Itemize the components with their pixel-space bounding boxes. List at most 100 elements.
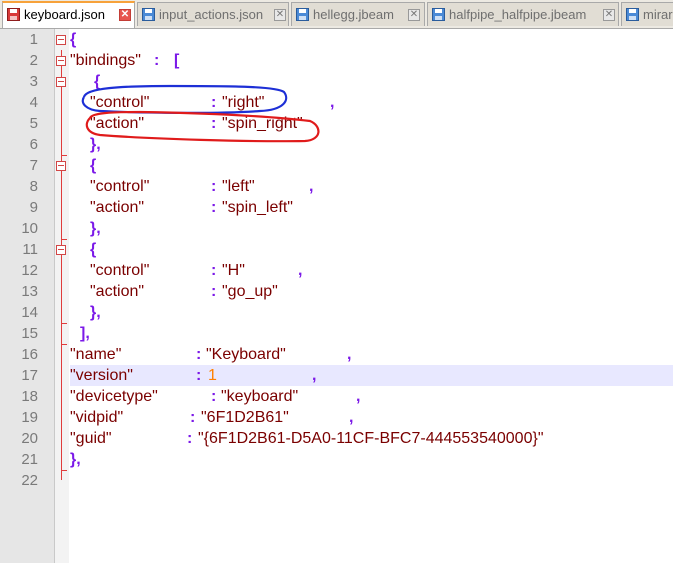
- json-key: "action": [90, 115, 145, 132]
- blue-floppy-disk-icon: [432, 8, 445, 21]
- tab-hellegg-jbeam[interactable]: hellegg.jbeam ✕: [291, 2, 425, 26]
- line-number: 9: [29, 199, 38, 216]
- json-value: "Keyboard": [206, 346, 286, 363]
- code-line[interactable]: ],: [70, 323, 673, 344]
- fold-collapse-icon[interactable]: [56, 245, 66, 255]
- fold-end-marker: [61, 323, 67, 324]
- blue-floppy-disk-icon: [296, 8, 309, 21]
- code-line[interactable]: "devicetype" : "keyboard" ,: [70, 386, 673, 407]
- json-key: "version": [70, 367, 133, 384]
- line-number: 19: [21, 409, 38, 426]
- line-number: 15: [21, 325, 38, 342]
- tab-label: mirar: [643, 7, 673, 22]
- json-value: "6F1D2B61": [201, 409, 289, 426]
- fold-collapse-icon[interactable]: [56, 35, 66, 45]
- line-number: 21: [21, 451, 38, 468]
- json-value: "keyboard": [221, 388, 299, 405]
- tab-mirar[interactable]: mirar: [621, 2, 673, 26]
- code-line[interactable]: "control" : "right" ,: [70, 92, 673, 113]
- colon: :: [196, 367, 202, 384]
- code-line[interactable]: },: [70, 302, 673, 323]
- code-line[interactable]: [70, 470, 673, 491]
- json-key: "control": [90, 178, 150, 195]
- code-line[interactable]: "name" : "Keyboard" ,: [70, 344, 673, 365]
- line-number: 17: [21, 367, 38, 384]
- code-line[interactable]: "action" : "spin_left": [70, 197, 673, 218]
- open-brace: {: [90, 157, 97, 174]
- colon: :: [196, 346, 202, 363]
- json-value: "H": [222, 262, 245, 279]
- line-number: 13: [21, 283, 38, 300]
- close-brace: },: [90, 220, 101, 237]
- comma: ,: [298, 262, 303, 279]
- line-number: 22: [21, 472, 38, 489]
- close-brace: },: [90, 304, 101, 321]
- code-line[interactable]: "bindings" : [: [70, 50, 673, 71]
- colon: :: [211, 199, 217, 216]
- red-floppy-disk-icon: [7, 8, 20, 21]
- open-bracket: [: [174, 52, 180, 69]
- tab-keyboard-json[interactable]: keyboard.json ✕: [2, 1, 135, 28]
- json-value: "left": [222, 178, 255, 195]
- code-line[interactable]: "control" : "H" ,: [70, 260, 673, 281]
- fold-collapse-icon[interactable]: [56, 56, 66, 66]
- colon: :: [190, 409, 196, 426]
- line-number: 3: [29, 73, 38, 90]
- line-number: 5: [29, 115, 38, 132]
- fold-collapse-icon[interactable]: [56, 77, 66, 87]
- code-line[interactable]: "control" : "left" ,: [70, 176, 673, 197]
- code-line[interactable]: {: [70, 155, 673, 176]
- close-icon[interactable]: ✕: [408, 9, 420, 21]
- comma: ,: [356, 388, 361, 405]
- colon: :: [211, 388, 217, 405]
- code-line-current[interactable]: "version" : 1 ,: [70, 365, 673, 386]
- close-brace: },: [70, 451, 81, 468]
- line-number: 14: [21, 304, 38, 321]
- line-number: 16: [21, 346, 38, 363]
- tab-bar: keyboard.json ✕ input_actions.json ✕ hel…: [0, 0, 673, 29]
- line-number: 11: [22, 241, 38, 258]
- line-number-gutter: 1 2 3 4 5 6 7 8 9 10 11 12 13 14 15 16 1…: [0, 29, 55, 563]
- fold-end-marker: [61, 239, 67, 240]
- close-bracket: ],: [80, 325, 90, 342]
- json-value: "{6F1D2B61-D5A0-11CF-BFC7-444553540000}": [198, 430, 544, 447]
- tab-label: halfpipe_halfpipe.jbeam: [449, 7, 587, 22]
- colon: :: [154, 52, 160, 69]
- json-value: "go_up": [222, 283, 278, 300]
- fold-guide-line: [61, 50, 62, 480]
- code-line[interactable]: },: [70, 134, 673, 155]
- json-value: "spin_left": [222, 199, 293, 216]
- code-line[interactable]: "vidpid" : "6F1D2B61" ,: [70, 407, 673, 428]
- tab-halfpipe-jbeam[interactable]: halfpipe_halfpipe.jbeam ✕: [427, 2, 619, 26]
- code-line[interactable]: {: [70, 239, 673, 260]
- colon: :: [211, 94, 217, 111]
- code-line[interactable]: "action" : "spin_right": [70, 113, 673, 134]
- code-line[interactable]: {: [70, 29, 673, 50]
- json-key: "control": [90, 262, 150, 279]
- code-line[interactable]: "guid" : "{6F1D2B61-D5A0-11CF-BFC7-44455…: [70, 428, 673, 449]
- json-value: "spin_right": [222, 115, 303, 132]
- line-number: 12: [21, 262, 38, 279]
- line-number: 4: [29, 94, 38, 111]
- json-number-value: 1: [208, 367, 217, 384]
- tab-input-actions-json[interactable]: input_actions.json ✕: [137, 2, 289, 26]
- blue-floppy-disk-icon: [626, 8, 639, 21]
- json-key: "devicetype": [70, 388, 158, 405]
- fold-collapse-icon[interactable]: [56, 161, 66, 171]
- open-brace: {: [90, 241, 97, 258]
- close-icon[interactable]: ✕: [119, 9, 131, 21]
- fold-end-marker: [61, 470, 67, 471]
- close-icon[interactable]: ✕: [274, 9, 286, 21]
- code-line[interactable]: },: [70, 218, 673, 239]
- line-number: 7: [29, 157, 38, 174]
- colon: :: [211, 178, 217, 195]
- comma: ,: [330, 94, 335, 111]
- fold-end-marker: [61, 344, 67, 345]
- code-line[interactable]: {: [70, 71, 673, 92]
- code-line[interactable]: "action" : "go_up": [70, 281, 673, 302]
- json-key: "name": [70, 346, 122, 363]
- line-number: 1: [29, 31, 38, 48]
- close-icon[interactable]: ✕: [603, 9, 615, 21]
- line-number: 18: [21, 388, 38, 405]
- code-line[interactable]: },: [70, 449, 673, 470]
